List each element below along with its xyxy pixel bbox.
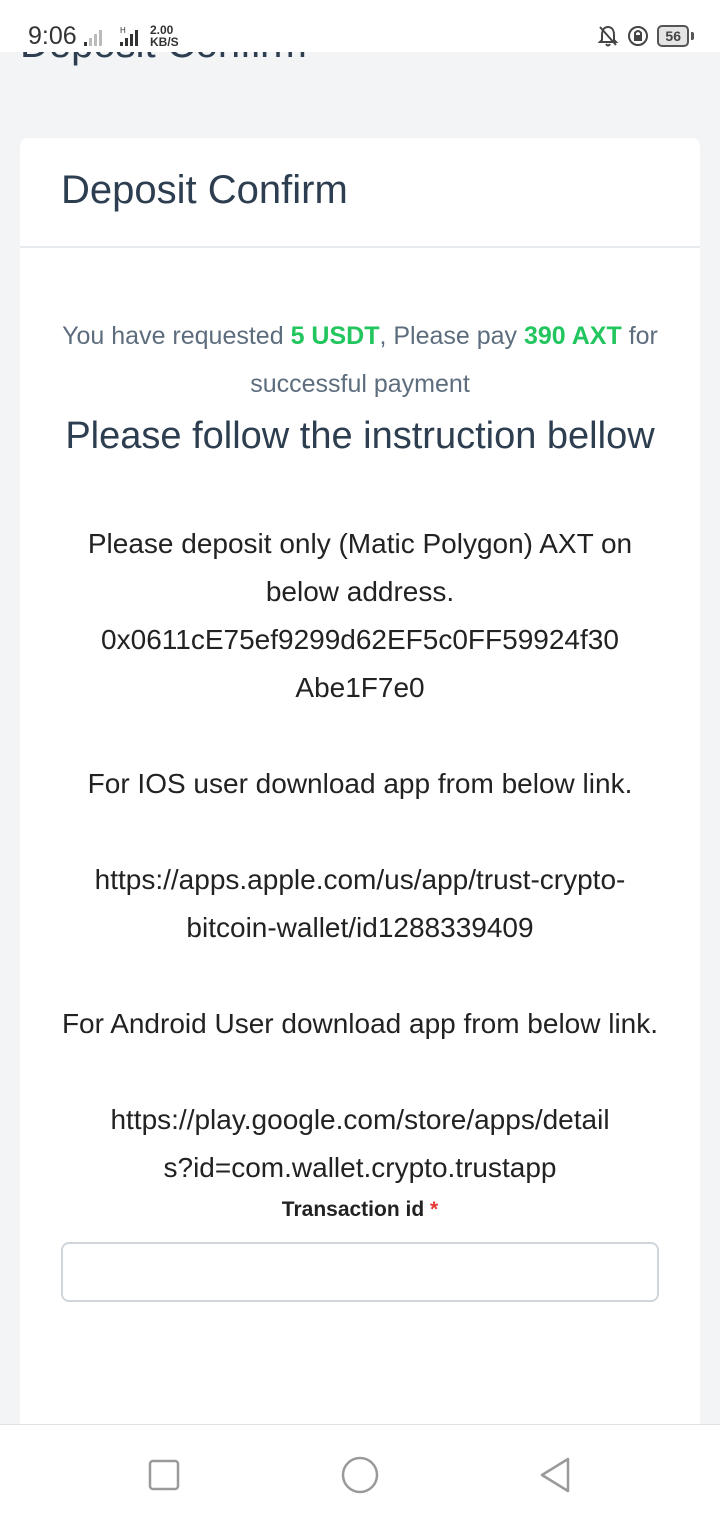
transaction-id-label: Transaction id * [281, 1198, 439, 1221]
deposit-instruction: Please deposit only (Matic Polygon) AXT … [87, 528, 633, 607]
bell-muted-icon [598, 25, 619, 47]
pay-amount: 390 AXT [524, 322, 622, 350]
battery-level: 56 [657, 25, 689, 47]
status-icons: 56 [597, 24, 694, 48]
card-title: Deposit Confirm [61, 168, 348, 212]
ios-app-link[interactable]: https://apps.apple.com/us/app/trust-cryp… [60, 856, 660, 952]
transaction-id-input[interactable] [61, 1242, 659, 1302]
wallet-address[interactable]: 0x0611cE75ef9299d62EF5c0FF59924f30 Abe1F… [60, 616, 660, 712]
network-speed: 2.00 KB/S [150, 23, 179, 49]
instruction-heading: Please follow the instruction bellow [65, 415, 655, 457]
status-time: 9:06 [28, 22, 77, 50]
system-nav-bar [0, 1424, 720, 1521]
required-mark: * [430, 1198, 439, 1221]
recents-square-icon[interactable] [144, 1455, 184, 1495]
android-instruction: For Android User download app from below… [61, 1008, 659, 1039]
home-circle-icon[interactable] [340, 1455, 380, 1495]
svg-text:H: H [120, 26, 126, 35]
signal-strength-icon: H [84, 26, 138, 46]
status-bar: 9:06 H 2.00 KB/S 56 [0, 0, 720, 52]
back-triangle-icon[interactable] [536, 1455, 576, 1495]
android-app-link[interactable]: https://play.google.com/store/apps/detai… [60, 1096, 660, 1192]
request-summary: You have requested 5 USDT, Please pay 39… [62, 322, 658, 398]
battery-icon [691, 32, 694, 40]
card-body: You have requested 5 USDT, Please pay 39… [20, 312, 700, 1302]
ios-instruction: For IOS user download app from below lin… [87, 768, 633, 799]
card-header: Deposit Confirm [20, 138, 700, 248]
deposit-confirm-card: Deposit Confirm You have requested 5 USD… [20, 138, 700, 1438]
requested-amount: 5 USDT [290, 322, 380, 350]
rotation-lock-icon [628, 26, 649, 46]
